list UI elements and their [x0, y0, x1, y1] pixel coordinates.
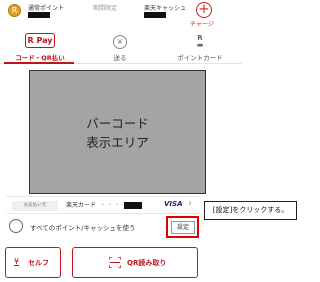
regular-points-label: 通常ポイント [28, 5, 65, 12]
self-pay-button[interactable]: ¥ セルフ [5, 247, 61, 278]
tab-point-card[interactable]: R ▬ ポイントカード [160, 30, 240, 64]
qr-scan-button[interactable]: QR読み取り [72, 247, 198, 278]
card-number-mask: ・・・ [100, 202, 122, 209]
yen-icon: ¥ [14, 257, 20, 266]
payment-source-row[interactable]: お支払い元 楽天カード ・・・ VISA › [6, 196, 201, 214]
tab-label: ポイントカード [177, 54, 223, 62]
charge-plus-icon[interactable]: + [196, 2, 212, 18]
qr-scan-icon [109, 257, 121, 268]
charge-label[interactable]: チャージ [190, 19, 214, 28]
instruction-callout: [設定]をクリックする。 [204, 201, 297, 220]
rakuten-pay-icon: R Pay [25, 33, 55, 48]
card-name: 楽天カード [66, 202, 97, 209]
limited-points-label: 期間限定 [93, 5, 118, 12]
self-pay-label: セルフ [28, 259, 49, 267]
tab-label: コード・QR払い [15, 54, 65, 62]
payment-source-label: お支払い元 [12, 201, 58, 211]
rakuten-cash-value-redacted [144, 12, 166, 18]
use-all-radio[interactable] [9, 219, 23, 233]
point-card-icon: R ▬ [196, 34, 204, 49]
tab-label: 送る [113, 54, 127, 62]
qr-scan-label: QR読み取り [127, 259, 167, 267]
tab-send[interactable]: ¥ 送る [80, 30, 160, 64]
tab-code-qr-pay[interactable]: R Pay コード・QR払い [0, 30, 80, 64]
barcode-placeholder-text: バーコード 表示エリア [86, 116, 149, 150]
use-all-label: すべてのポイント/キャッシュを使う [30, 224, 136, 232]
visa-logo: VISA [164, 200, 183, 208]
regular-points-value-redacted [28, 12, 50, 18]
barcode-display-area: バーコード 表示エリア [29, 70, 206, 194]
card-number-redacted [124, 202, 142, 209]
send-money-icon: ¥ [113, 35, 127, 49]
chevron-right-icon: › [188, 198, 192, 209]
points-header: R 通常ポイント 期間限定 楽天キャッシュ + チャージ [0, 0, 300, 30]
coin-icon: R [8, 4, 21, 17]
rakuten-cash-label: 楽天キャッシュ [144, 5, 187, 12]
active-tab-underline [4, 62, 74, 64]
payment-tabs: R Pay コード・QR払い ¥ 送る R ▬ ポイントカード [0, 30, 242, 64]
settings-highlight-box [166, 216, 199, 238]
